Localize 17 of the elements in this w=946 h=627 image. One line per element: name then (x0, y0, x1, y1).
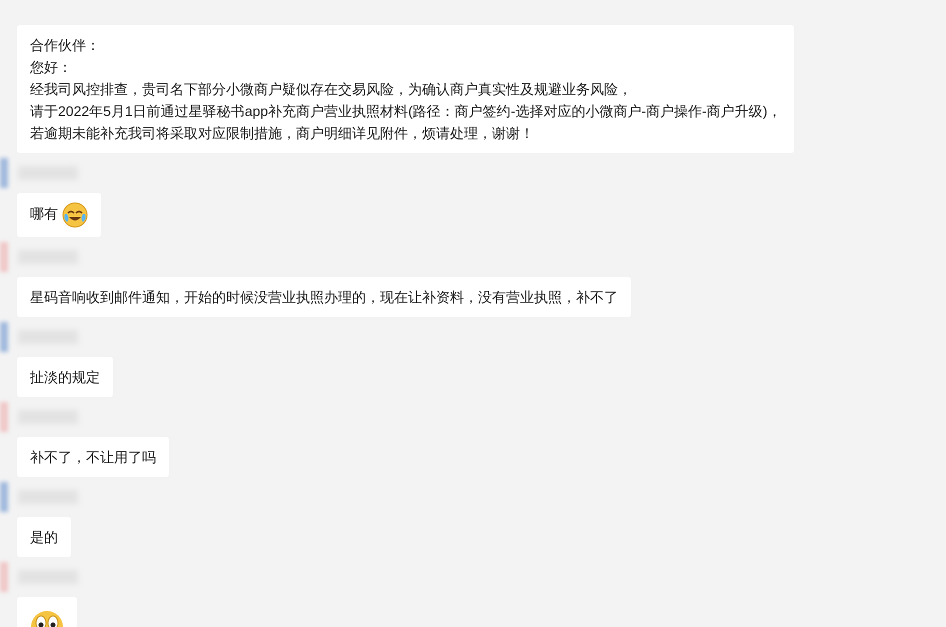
message-text: 请于2022年5月1日前通过星驿秘书app补充商户营业执照材料(路径：商户签约-选择对应的小微商户-商户操作-商户升级)， (30, 102, 782, 121)
message-text: 若逾期未能补充我司将采取对应限制措施，商户明细详见附件，烦请处理，谢谢！ (30, 124, 534, 143)
avatar-blur (0, 562, 8, 592)
avatar-blur (0, 242, 8, 272)
message-text: 补不了，不让用了吗 (30, 448, 156, 467)
avatar-blur (0, 158, 8, 188)
message-text: 经我司风控排查，贵司名下部分小微商户疑似存在交易风险，为确认商户真实性及规避业务风险， (30, 80, 632, 99)
avatar-blur (0, 402, 8, 432)
message-text: 是的 (30, 528, 58, 547)
avatar-blur (0, 322, 8, 352)
message-text: 扯淡的规定 (30, 368, 100, 387)
avatar-blur (0, 482, 8, 512)
message-text: 星码音响收到邮件通知，开始的时候没营业执照办理的，现在让补资料，没有营业执照，补不了 (30, 288, 618, 307)
message-text: 您好： (30, 58, 72, 77)
message-text: 合作伙伴： (30, 36, 100, 55)
laughing-crying-emoji-icon (62, 202, 88, 228)
message-text: 哪有 (30, 202, 88, 228)
